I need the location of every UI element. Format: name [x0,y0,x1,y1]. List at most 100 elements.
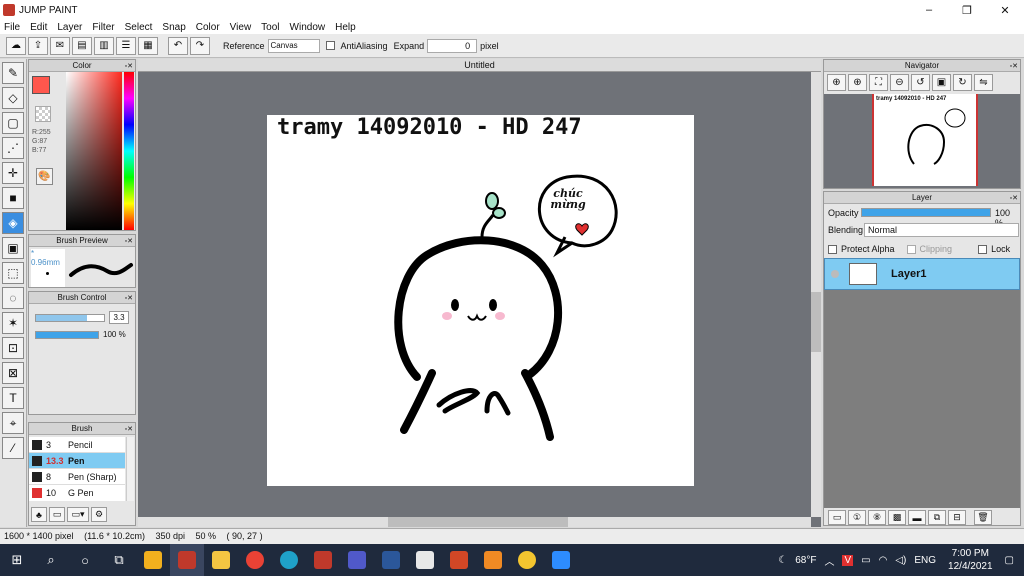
sketch-app-icon[interactable] [476,544,510,576]
vertical-scroll-thumb[interactable] [811,292,821,352]
document-icon[interactable]: ▥ [94,36,114,55]
brush-opacity-slider[interactable] [35,331,99,339]
menu-layer[interactable]: Layer [57,22,82,33]
store-icon[interactable] [136,544,170,576]
bucket-tool-icon[interactable]: ◈ [2,212,24,234]
edge-icon[interactable] [272,544,306,576]
document-tab[interactable]: Untitled [138,59,821,72]
brush-list-scrollbar[interactable] [126,437,134,501]
eraser-tool-icon[interactable]: ◇ [2,87,24,109]
menu-edit[interactable]: Edit [30,22,47,33]
drawing-canvas[interactable]: tramy 14092010 - HD 247 chúc mừng [267,115,694,486]
list-icon[interactable]: ☰ [116,36,136,55]
redo-icon[interactable]: ↷ [190,36,210,55]
flip-icon[interactable]: ⇋ [974,74,993,91]
tray-chevron-icon[interactable]: ︿ [824,553,834,568]
saturation-value-square[interactable] [66,72,122,230]
rotate-left-icon[interactable]: ↺ [911,74,930,91]
zoom-in-icon[interactable]: ⊕ [827,74,846,91]
brush-item-pen[interactable]: 13.3 Pen [29,453,125,469]
select-ellipse-tool-icon[interactable]: ◌ [2,287,24,309]
menu-file[interactable]: File [4,22,20,33]
hue-slider[interactable] [124,72,134,230]
photos-icon[interactable] [408,544,442,576]
zoom-out-icon[interactable]: ⊖ [890,74,909,91]
volume-icon[interactable]: ◁) [895,555,906,566]
fill-rect-tool-icon[interactable]: ■ [2,187,24,209]
folder-icon[interactable]: ▬ [908,510,926,525]
blending-select[interactable]: Normal [864,223,1019,237]
panel-buttons-icon[interactable]: ▫✕ [1010,193,1018,205]
panel-buttons-icon[interactable]: ▫✕ [1010,61,1018,73]
dotline-tool-icon[interactable]: ⋰ [2,137,24,159]
gradient-tool-icon[interactable]: ▣ [2,237,24,259]
maximize-button[interactable]: ❐ [948,4,986,17]
delete-layer-icon[interactable]: 🗑 [974,510,992,525]
magic-wand-tool-icon[interactable]: ✶ [2,312,24,334]
brush-options-icon[interactable]: ▭▾ [67,507,89,522]
lasso-tool-icon[interactable]: ⌖ [2,412,24,434]
share-icon[interactable]: ⇪ [28,36,48,55]
file-explorer-icon[interactable] [204,544,238,576]
language-indicator[interactable]: ENG [914,555,936,566]
horizontal-scroll-thumb[interactable] [388,517,568,527]
brush-item-pencil[interactable]: 3 Pencil [29,437,125,453]
media-icon[interactable] [306,544,340,576]
panel-buttons-icon[interactable]: ▫✕ [125,293,133,305]
menu-help[interactable]: Help [335,22,356,33]
reference-select[interactable]: Canvas [267,38,320,53]
new-brush-icon[interactable]: ▭ [49,507,65,522]
weather-temp[interactable]: 68°F [795,555,816,566]
message-icon[interactable]: ▤ [72,36,92,55]
background-swatch[interactable] [35,106,51,122]
clipping-checkbox[interactable] [906,244,916,254]
select-rect-tool-icon[interactable]: ⬚ [2,262,24,284]
visibility-icon[interactable] [831,270,839,278]
grid-icon[interactable]: ▦ [138,36,158,55]
move-tool-icon[interactable]: ✛ [2,162,24,184]
merge-layer-icon[interactable]: ⊟ [948,510,966,525]
zoom-search-icon[interactable]: ⊕ [848,74,867,91]
rotate-right-icon[interactable]: ↻ [953,74,972,91]
lock-checkbox[interactable] [978,244,988,254]
cloud-icon[interactable]: ☁ [6,36,26,55]
jump-paint-app-icon[interactable] [170,544,204,576]
new-layer-icon[interactable]: ▭ [828,510,846,525]
minimize-button[interactable]: – [910,4,948,17]
antialiasing-checkbox[interactable] [325,41,335,50]
search-icon[interactable]: ⌕ [34,544,68,576]
camera-app-icon[interactable] [510,544,544,576]
menu-snap[interactable]: Snap [162,22,185,33]
new-layer-1bit-icon[interactable]: ① [848,510,866,525]
notifications-icon[interactable]: ▢ [1005,555,1014,566]
select-pen-tool-icon[interactable]: ⊡ [2,337,24,359]
brush-item-g-pen[interactable]: 10 G Pen [29,485,125,501]
text-tool-icon[interactable]: T [2,387,24,409]
layer-row[interactable]: Layer1 [824,258,1020,290]
duplicate-layer-icon[interactable]: ⧉ [928,510,946,525]
menu-tool[interactable]: Tool [261,22,279,33]
close-button[interactable]: ✕ [986,4,1024,17]
eyedropper-tool-icon[interactable]: ⁄ [2,437,24,459]
brush-size-slider[interactable] [35,314,105,322]
wifi-icon[interactable]: ◠ [879,555,888,566]
layer-opacity-slider[interactable] [861,208,991,217]
halftone-layer-icon[interactable]: ▩ [888,510,906,525]
select-eraser-tool-icon[interactable]: ⊠ [2,362,24,384]
navigator-viewport[interactable]: tramy 14092010 - HD 247 [824,94,1020,188]
menu-view[interactable]: View [230,22,252,33]
task-view-icon[interactable]: ⧉ [102,544,136,576]
menu-filter[interactable]: Filter [92,22,114,33]
chrome-icon[interactable] [238,544,272,576]
rectangle-tool-icon[interactable]: ▢ [2,112,24,134]
menu-select[interactable]: Select [125,22,153,33]
brush-tree-icon[interactable]: ♣ [31,507,47,522]
powerpoint-icon[interactable] [442,544,476,576]
clock[interactable]: 7:00 PM 12/4/2021 [948,547,993,573]
cortana-icon[interactable]: ○ [68,544,102,576]
vertical-scrollbar[interactable] [811,72,821,517]
expand-input[interactable]: 0 [427,38,478,53]
reset-view-icon[interactable]: ▣ [932,74,951,91]
new-layer-8bit-icon[interactable]: ⑧ [868,510,886,525]
teams-icon[interactable] [340,544,374,576]
